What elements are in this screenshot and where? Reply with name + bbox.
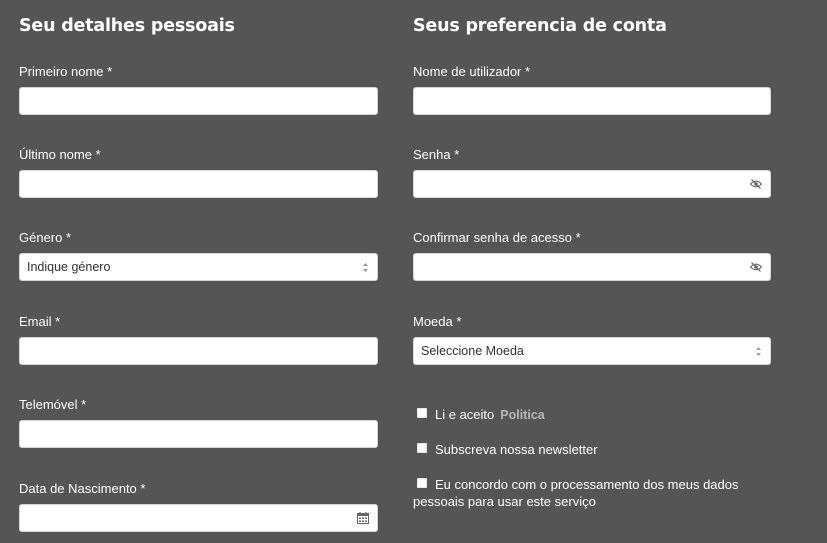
- confirm-password-label: Confirmar senha de acesso *: [413, 230, 581, 245]
- password-input[interactable]: [414, 171, 770, 197]
- first-name-input-box[interactable]: [19, 87, 378, 115]
- gender-select[interactable]: Indique género: [19, 253, 378, 281]
- first-name-label: Primeiro nome *: [19, 64, 113, 79]
- up-down-arrows-icon: [756, 347, 761, 356]
- policy-checkbox-label: Li e aceito Politica: [435, 406, 545, 424]
- consent-checkbox[interactable]: [417, 478, 427, 488]
- policy-text: Li e aceito: [435, 407, 495, 422]
- email-input[interactable]: [20, 338, 377, 364]
- eye-slash-icon[interactable]: [749, 177, 763, 191]
- birthdate-input[interactable]: [20, 505, 377, 531]
- currency-label: Moeda *: [413, 314, 462, 329]
- gender-selected-value: Indique género: [27, 260, 111, 274]
- currency-select[interactable]: Seleccione Moeda: [413, 337, 771, 365]
- newsletter-checkbox[interactable]: [417, 443, 427, 453]
- password-label: Senha *: [413, 147, 460, 162]
- username-input-box[interactable]: [413, 87, 771, 115]
- last-name-input-box[interactable]: [19, 170, 378, 198]
- policy-link[interactable]: Politica: [500, 408, 544, 422]
- confirm-password-input-box[interactable]: [413, 253, 771, 281]
- account-preferences-heading: Seus preferencia de conta: [413, 16, 667, 36]
- mobile-input-box[interactable]: [19, 420, 378, 448]
- policy-checkbox[interactable]: [417, 408, 427, 418]
- up-down-arrows-icon: [363, 263, 368, 272]
- eye-slash-icon[interactable]: [749, 260, 763, 274]
- username-label: Nome de utilizador *: [413, 64, 531, 79]
- birthdate-label: Data de Nascimento *: [19, 481, 146, 496]
- confirm-password-input[interactable]: [414, 254, 770, 280]
- password-input-box[interactable]: [413, 170, 771, 198]
- consent-checkbox-label-line2: pessoais para usar este serviço: [413, 494, 596, 509]
- last-name-input[interactable]: [20, 171, 377, 197]
- mobile-label: Telemóvel *: [19, 397, 87, 412]
- currency-selected-value: Seleccione Moeda: [421, 344, 524, 358]
- mobile-input[interactable]: [20, 421, 377, 447]
- first-name-input[interactable]: [20, 88, 377, 114]
- gender-label: Género *: [19, 230, 72, 245]
- email-label: Email *: [19, 314, 61, 329]
- last-name-label: Último nome *: [19, 147, 101, 162]
- email-input-box[interactable]: [19, 337, 378, 365]
- consent-checkbox-label-line1: Eu concordo com o processamento dos meus…: [435, 477, 739, 492]
- username-input[interactable]: [414, 88, 770, 114]
- calendar-icon[interactable]: [356, 511, 370, 525]
- personal-details-heading: Seu detalhes pessoais: [19, 16, 235, 36]
- newsletter-checkbox-label: Subscreva nossa newsletter: [435, 442, 598, 457]
- birthdate-input-box[interactable]: [19, 504, 378, 532]
